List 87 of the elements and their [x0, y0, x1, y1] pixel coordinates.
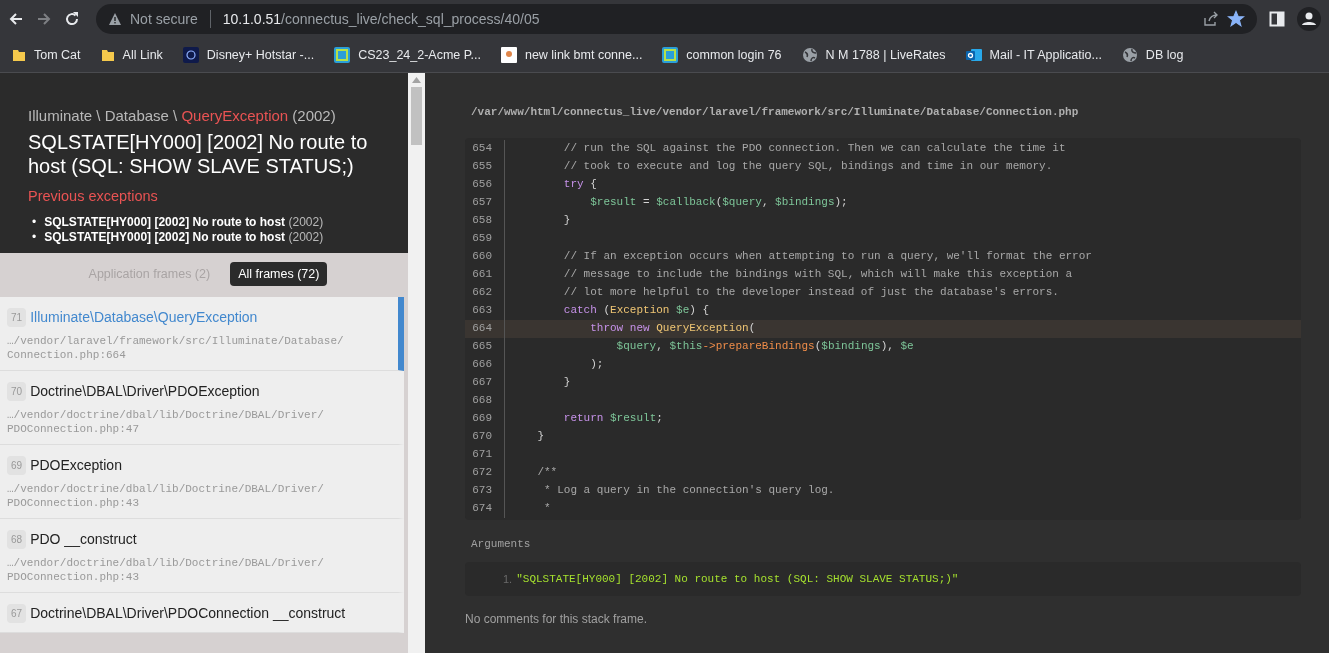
line-number: 667 — [465, 373, 505, 392]
line-number: 673 — [465, 481, 505, 500]
stack-frame-item[interactable]: 68 PDO __construct …/vendor/doctrine/dbal/lib/Doctrine/DBAL/Driver/ PDOConnection.php:43 — [0, 519, 404, 593]
stack-frame-item[interactable]: 67 Doctrine\DBAL\Driver\PDOConnection __construct — [0, 593, 404, 633]
argument-index: 1. — [503, 571, 513, 587]
frame-path: …/vendor/doctrine/dbal/lib/Doctrine/DBAL/Driver/ — [7, 408, 325, 422]
profile-icon[interactable] — [1297, 7, 1321, 31]
frame-title: PDO __construct — [30, 530, 137, 549]
arguments-title: Arguments — [471, 536, 532, 552]
bookmark-item[interactable]: Mail - IT Applicatio... — [957, 41, 1110, 69]
previous-exception: SQLSTATE[HY000] [2002] No route to host (2002) — [44, 215, 324, 231]
frame-filter-tab[interactable]: All frames (72) — [230, 261, 328, 287]
folder-icon — [100, 48, 115, 62]
frame-number: 69 — [7, 456, 27, 475]
bookmark-item[interactable]: DB log — [1113, 41, 1192, 69]
line-number: 674 — [465, 499, 505, 518]
bookmark-item[interactable]: All Link — [92, 41, 171, 69]
frame-file: PDOConnection.php:43 — [7, 570, 141, 584]
line-number: 662 — [465, 283, 505, 302]
bookmark-item[interactable]: Tom Cat — [4, 41, 89, 69]
exception-class: Illuminate \ Database \ QueryException (2002) — [28, 106, 337, 126]
line-number: 663 — [465, 301, 505, 320]
line-number: 665 — [465, 337, 505, 356]
line-number: 657 — [465, 193, 505, 212]
app-icon — [662, 47, 679, 63]
bookmark-item[interactable]: common login 76 — [654, 41, 790, 69]
line-number: 659 — [465, 229, 505, 248]
bullet: • — [32, 215, 37, 231]
frame-path: …/vendor/doctrine/dbal/lib/Doctrine/DBAL/Driver/ — [7, 556, 325, 570]
bookmark-item[interactable]: CS23_24_2-Acme P... — [326, 41, 489, 69]
warning-icon — [108, 12, 122, 26]
line-number: 660 — [465, 247, 505, 266]
line-number: 658 — [465, 211, 505, 230]
frame-title: Doctrine\DBAL\Driver\PDOConnection __construct — [30, 604, 346, 623]
line-number: 672 — [465, 463, 505, 482]
logo-icon — [182, 47, 199, 63]
frame-title: PDOException — [30, 456, 122, 475]
side-panel-icon[interactable] — [1269, 11, 1285, 27]
frame-title: Illuminate\Database\QueryException — [30, 308, 258, 327]
line-number: 654 — [465, 139, 505, 158]
back-icon[interactable] — [8, 11, 24, 27]
exception-message: SQLSTATE[HY000] [2002] No route to host (SQL: SHOW SLAVE STATUS;) — [28, 129, 369, 178]
frame-number: 67 — [7, 604, 27, 623]
line-number: 664 — [465, 319, 505, 338]
app-icon — [334, 47, 351, 63]
frame-number: 68 — [7, 530, 27, 549]
bullet: • — [32, 230, 37, 246]
frame-number: 70 — [7, 382, 27, 401]
mail-icon — [965, 47, 982, 63]
comments-note: No comments for this stack frame. — [465, 611, 649, 628]
folder-icon — [12, 48, 26, 62]
bookmark-item[interactable]: Disney+ Hotstar -... — [174, 41, 323, 69]
star-icon[interactable] — [1227, 10, 1245, 28]
line-number: 669 — [465, 409, 505, 428]
scrollbar[interactable] — [408, 73, 425, 653]
scrollbar-thumb[interactable] — [411, 87, 422, 145]
frame-file: Connection.php:664 — [7, 348, 127, 362]
globe-icon — [801, 47, 818, 63]
forward-icon[interactable] — [36, 11, 52, 27]
stack-frame-item[interactable]: 70 Doctrine\DBAL\Driver\PDOException …/vendor/doctrine/dbal/lib/Doctrine/DBAL/Driver/ PDOConnection.php:47 — [0, 371, 404, 445]
line-number: 656 — [465, 175, 505, 194]
line-number: 666 — [465, 355, 505, 374]
previous-exceptions-title: Previous exceptions — [28, 186, 159, 206]
frame-title: Doctrine\DBAL\Driver\PDOException — [30, 382, 260, 401]
address-bar[interactable]: Not secure 10.1.0.51/connectus_live/check_sql_process/40/05 — [96, 4, 1257, 34]
url-text: 10.1.0.51/connectus_live/check_sql_process/40/05 — [222, 9, 540, 29]
globe-icon — [1121, 47, 1138, 63]
security-label: Not secure — [130, 9, 198, 29]
argument-value: "SQLSTATE[HY000] [2002] No route to host (SQL: SHOW SLAVE STATUS;)" — [516, 571, 959, 587]
line-number: 668 — [465, 391, 505, 410]
share-icon[interactable] — [1203, 11, 1219, 27]
frame-path: …/vendor/laravel/framework/src/Illuminate/Database/ — [7, 334, 345, 348]
reload-icon[interactable] — [64, 11, 80, 27]
bookmark-item[interactable]: new link bmt conne... — [492, 41, 651, 69]
frame-file: PDOConnection.php:43 — [7, 496, 141, 510]
frame-path: …/vendor/doctrine/dbal/lib/Doctrine/DBAL/Driver/ — [7, 482, 325, 496]
line-number: 670 — [465, 427, 505, 446]
bookmark-item[interactable]: N M 1788 | LiveRates — [793, 41, 954, 69]
previous-exception: SQLSTATE[HY000] [2002] No route to host (2002) — [44, 230, 324, 246]
file-path: /var/www/html/connectus_live/vendor/laravel/framework/src/Illuminate/Database/Connection.php — [471, 105, 1080, 120]
page-icon — [500, 47, 517, 63]
line-number: 655 — [465, 157, 505, 176]
line-number: 671 — [465, 445, 505, 464]
line-number: 661 — [465, 265, 505, 284]
frame-number: 71 — [7, 308, 27, 327]
frame-file: PDOConnection.php:47 — [7, 422, 141, 436]
stack-frame-item[interactable]: 69 PDOException …/vendor/doctrine/dbal/lib/Doctrine/DBAL/Driver/ PDOConnection.php:43 — [0, 445, 404, 519]
